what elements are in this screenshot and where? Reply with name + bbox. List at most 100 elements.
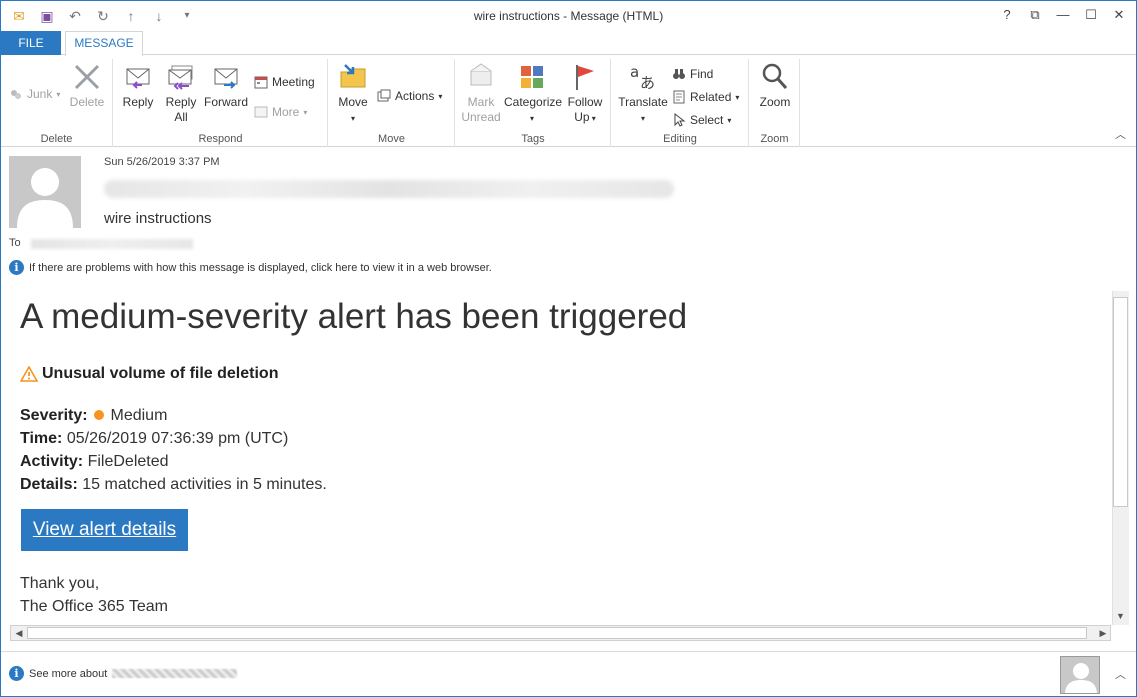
mark-unread-icon xyxy=(470,63,492,86)
select-label: Select xyxy=(690,113,724,127)
mark-unread-button[interactable]: Mark Unread xyxy=(457,61,505,125)
mark-unread-label-1: Mark xyxy=(467,95,495,109)
actions-button[interactable]: Actions ▾ xyxy=(377,89,442,103)
severity-row: Severity: Medium xyxy=(20,407,167,425)
follow-up-label-1: Follow xyxy=(567,95,603,109)
reply-button[interactable]: Reply xyxy=(114,61,162,110)
junk-label: Junk xyxy=(27,87,53,101)
mark-unread-label-2: Unread xyxy=(461,110,501,124)
forward-button[interactable]: Forward xyxy=(202,61,250,110)
person-icon xyxy=(17,168,73,228)
see-more-about[interactable]: i See more about xyxy=(9,666,238,681)
move-button[interactable]: Move ▾ xyxy=(329,61,377,126)
info-bar[interactable]: i If there are problems with how this me… xyxy=(9,260,492,275)
time-value: 05/26/2019 07:36:39 pm (UTC) xyxy=(66,430,289,447)
junk-button[interactable]: Junk ▾ xyxy=(9,87,60,101)
meeting-icon xyxy=(254,76,268,89)
details-label: Details: xyxy=(20,476,78,493)
zoom-button[interactable]: Zoom xyxy=(751,61,799,110)
sender-avatar xyxy=(9,156,81,228)
alert-name-text: Unusual volume of file deletion xyxy=(42,365,279,382)
time-row: Time: 05/26/2019 07:36:39 pm (UTC) xyxy=(20,430,288,448)
help-button[interactable]: ? xyxy=(996,5,1018,25)
delete-x-icon xyxy=(74,64,100,90)
severity-value: Medium xyxy=(110,407,168,424)
severity-dot-icon xyxy=(94,410,105,420)
signature-line-1: Thank you, xyxy=(20,575,100,592)
group-label-move: Move xyxy=(378,133,405,145)
info-icon: i xyxy=(9,666,24,681)
reply-all-button[interactable]: Reply All xyxy=(157,61,205,125)
expand-people-pane-icon[interactable]: ︿ xyxy=(1115,666,1126,682)
view-alert-details-button[interactable]: View alert details xyxy=(21,509,188,551)
severity-label: Severity: xyxy=(20,407,88,424)
tab-file[interactable]: FILE xyxy=(1,31,61,55)
translate-button[interactable]: aあ Translate ▾ xyxy=(616,61,670,126)
forward-label: Forward xyxy=(203,95,248,109)
reply-label: Reply xyxy=(122,95,154,109)
find-label: Find xyxy=(690,67,714,81)
reply-all-label-2: All xyxy=(174,110,188,124)
select-cursor-icon xyxy=(674,113,686,127)
group-label-delete: Delete xyxy=(40,133,73,145)
select-button[interactable]: Select ▾ xyxy=(672,113,731,127)
details-row: Details: 15 matched activities in 5 minu… xyxy=(20,476,327,494)
ribbon-group-editing: aあ Translate ▾ Find Related ▾ Select ▾ Edit… xyxy=(612,59,749,147)
ribbon-group-move: Move ▾ Actions ▾ Move xyxy=(329,59,455,147)
see-more-label: See more about xyxy=(29,667,108,680)
message-body: A medium-severity alert has been trigger… xyxy=(1,289,1112,625)
ribbon-tabs: FILE MESSAGE xyxy=(1,31,1136,56)
minimize-button[interactable]: — xyxy=(1052,5,1074,25)
scroll-right-arrow-icon[interactable]: ▶ xyxy=(1095,626,1111,640)
title-bar: ✉ ▣ ↶ ↻ ↑ ↓ ▾ wire instructions - Messag… xyxy=(1,1,1136,31)
people-pane-avatar[interactable] xyxy=(1060,656,1100,694)
tab-message[interactable]: MESSAGE xyxy=(65,31,143,56)
sender-redacted xyxy=(104,180,674,198)
group-label-zoom: Zoom xyxy=(760,133,789,145)
meeting-button[interactable]: Meeting xyxy=(254,75,315,89)
signature-line-2: The Office 365 Team xyxy=(20,598,168,615)
follow-up-flag-icon xyxy=(576,65,594,90)
alert-title: A medium-severity alert has been trigger… xyxy=(20,297,688,336)
ribbon-group-delete: Junk ▾ Delete Delete xyxy=(1,59,113,147)
to-label: To xyxy=(9,237,21,249)
categorize-button[interactable]: Categorize ▾ xyxy=(504,61,563,126)
reply-icon xyxy=(126,68,150,89)
person-icon xyxy=(1065,663,1097,693)
related-icon xyxy=(673,90,685,104)
translate-label: Translate xyxy=(618,95,668,109)
close-button[interactable]: ✕ xyxy=(1108,5,1130,25)
follow-up-button[interactable]: Follow Up ▾ xyxy=(561,61,609,126)
related-label: Related xyxy=(690,90,732,104)
svg-text:あ: あ xyxy=(640,74,655,92)
follow-up-label-2: Up xyxy=(574,110,590,124)
more-button[interactable]: More ▾ xyxy=(254,105,307,119)
actions-label: Actions xyxy=(395,89,435,103)
window-title: wire instructions - Message (HTML) xyxy=(473,9,664,23)
scroll-left-arrow-icon[interactable]: ◀ xyxy=(11,626,27,640)
recipient-redacted xyxy=(31,239,193,249)
translate-icon: aあ xyxy=(630,63,655,92)
forward-icon xyxy=(214,68,238,89)
move-folder-icon xyxy=(340,64,366,88)
vertical-scroll-thumb[interactable] xyxy=(1113,297,1128,507)
message-header: Sun 5/26/2019 3:37 PM wire instructions … xyxy=(1,148,1136,288)
zoom-magnifier-icon xyxy=(762,63,788,89)
ribbon-group-zoom: Zoom Zoom xyxy=(750,59,800,147)
categorize-label: Categorize xyxy=(504,95,563,109)
scroll-down-arrow-icon[interactable]: ▼ xyxy=(1113,609,1128,623)
activity-row: Activity: FileDeleted xyxy=(20,453,169,471)
junk-icon xyxy=(11,90,21,99)
collapse-ribbon-icon[interactable]: ︿ xyxy=(1115,126,1126,142)
maximize-button[interactable]: ☐ xyxy=(1080,5,1102,25)
delete-button[interactable]: Delete xyxy=(63,61,111,110)
horizontal-scroll-thumb[interactable] xyxy=(27,627,1087,639)
reply-all-label-1: Reply xyxy=(165,95,197,109)
reply-all-icon xyxy=(168,65,193,90)
details-value: 15 matched activities in 5 minutes. xyxy=(82,476,327,493)
more-label: More xyxy=(272,105,300,119)
ribbon-display-button[interactable]: ⧉ xyxy=(1024,5,1046,25)
find-button[interactable]: Find xyxy=(672,67,713,81)
message-date: Sun 5/26/2019 3:37 PM xyxy=(104,156,220,168)
related-button[interactable]: Related ▾ xyxy=(672,90,739,104)
